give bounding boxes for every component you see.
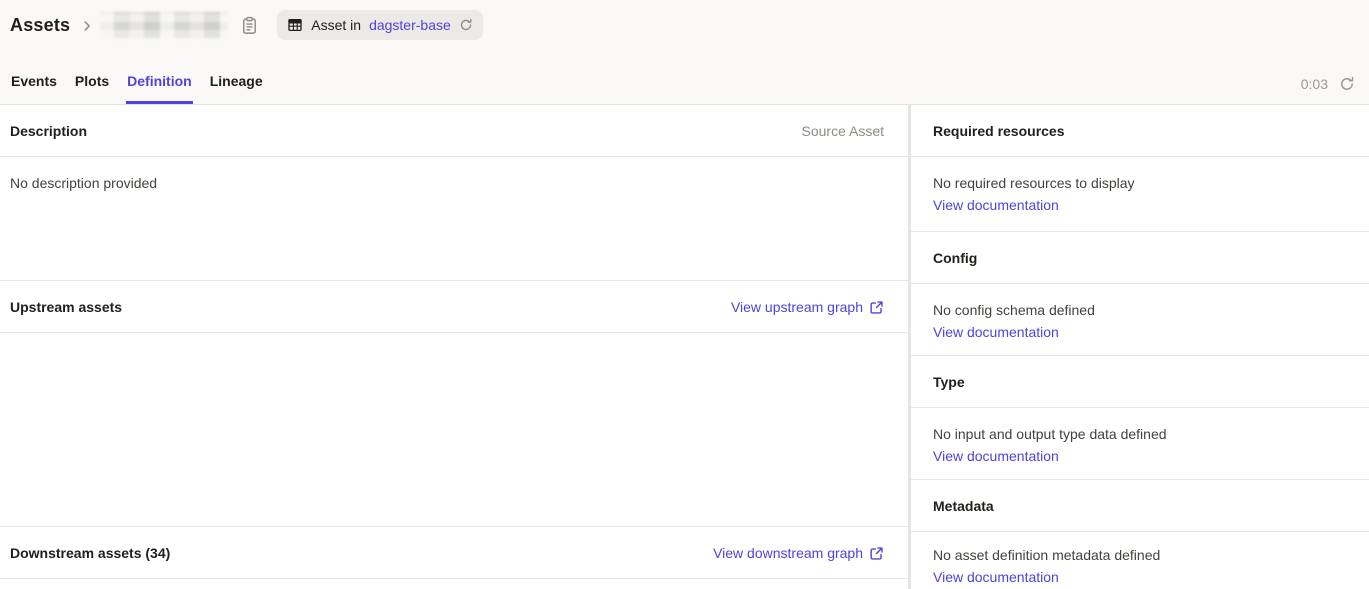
right-panel: Required resources No required resources… (911, 105, 1369, 589)
source-asset-tag: Source Asset (802, 123, 885, 139)
type-header: Type (911, 356, 1369, 408)
view-upstream-graph-label: View upstream graph (731, 299, 863, 315)
refresh-icon (1339, 76, 1355, 92)
asset-location-badge: Asset in dagster-base (277, 10, 483, 40)
required-resources-docs-link[interactable]: View documentation (933, 197, 1059, 213)
type-empty-text: No input and output type data defined (933, 423, 1345, 445)
page-title[interactable]: Assets (10, 15, 70, 36)
refresh-timer: 0:03 (1301, 74, 1357, 104)
required-resources-header: Required resources (911, 105, 1369, 157)
tab-bar: Events Plots Definition Lineage 0:03 (0, 63, 1369, 104)
external-link-icon (869, 546, 884, 561)
view-upstream-graph-link[interactable]: View upstream graph (731, 299, 884, 315)
tab-definition[interactable]: Definition (126, 63, 193, 104)
tab-events[interactable]: Events (10, 63, 58, 104)
header: Assets (0, 0, 1369, 105)
tab-lineage[interactable]: Lineage (209, 63, 264, 104)
config-body: No config schema defined View documentat… (911, 284, 1369, 356)
refresh-icon[interactable] (459, 18, 473, 32)
refresh-button[interactable] (1337, 74, 1357, 94)
external-link-icon (869, 300, 884, 315)
view-downstream-graph-link[interactable]: View downstream graph (713, 545, 884, 561)
upstream-assets-header: Upstream assets View upstream graph (0, 281, 908, 333)
type-docs-link[interactable]: View documentation (933, 448, 1059, 464)
description-body: No description provided (0, 157, 908, 281)
downstream-assets-title: Downstream assets (34) (10, 545, 170, 561)
description-title: Description (10, 123, 87, 139)
metadata-title: Metadata (933, 498, 994, 514)
upstream-assets-body (0, 333, 908, 527)
downstream-assets-header: Downstream assets (34) View downstream g… (0, 527, 908, 579)
tab-plots[interactable]: Plots (74, 63, 110, 104)
metadata-empty-text: No asset definition metadata defined (933, 544, 1345, 566)
repo-link[interactable]: dagster-base (369, 17, 451, 33)
config-title: Config (933, 250, 977, 266)
left-panel: Description Source Asset No description … (0, 105, 911, 589)
asset-name-redacted (100, 12, 228, 38)
config-docs-link[interactable]: View documentation (933, 324, 1059, 340)
config-empty-text: No config schema defined (933, 299, 1345, 321)
asset-definition-page: Assets (0, 0, 1369, 589)
description-header: Description Source Asset (0, 105, 908, 157)
breadcrumb: Assets (0, 0, 1369, 42)
downstream-assets-body (0, 579, 908, 589)
badge-label: Asset in (311, 17, 361, 33)
copy-asset-name-button[interactable] (238, 14, 261, 37)
config-header: Config (911, 232, 1369, 284)
table-icon (287, 17, 303, 33)
type-title: Type (933, 374, 965, 390)
refresh-countdown: 0:03 (1301, 76, 1328, 92)
view-downstream-graph-label: View downstream graph (713, 545, 863, 561)
type-body: No input and output type data defined Vi… (911, 408, 1369, 480)
clipboard-copy-icon (240, 16, 259, 35)
main-content: Description Source Asset No description … (0, 105, 1369, 589)
upstream-assets-title: Upstream assets (10, 299, 122, 315)
metadata-body: No asset definition metadata defined Vie… (911, 532, 1369, 589)
required-resources-title: Required resources (933, 123, 1065, 139)
metadata-header: Metadata (911, 480, 1369, 532)
required-resources-empty-text: No required resources to display (933, 172, 1345, 194)
chevron-right-icon (80, 19, 94, 33)
description-empty-text: No description provided (10, 175, 157, 191)
metadata-docs-link[interactable]: View documentation (933, 569, 1059, 585)
tabs: Events Plots Definition Lineage (10, 63, 264, 104)
required-resources-body: No required resources to display View do… (911, 157, 1369, 232)
